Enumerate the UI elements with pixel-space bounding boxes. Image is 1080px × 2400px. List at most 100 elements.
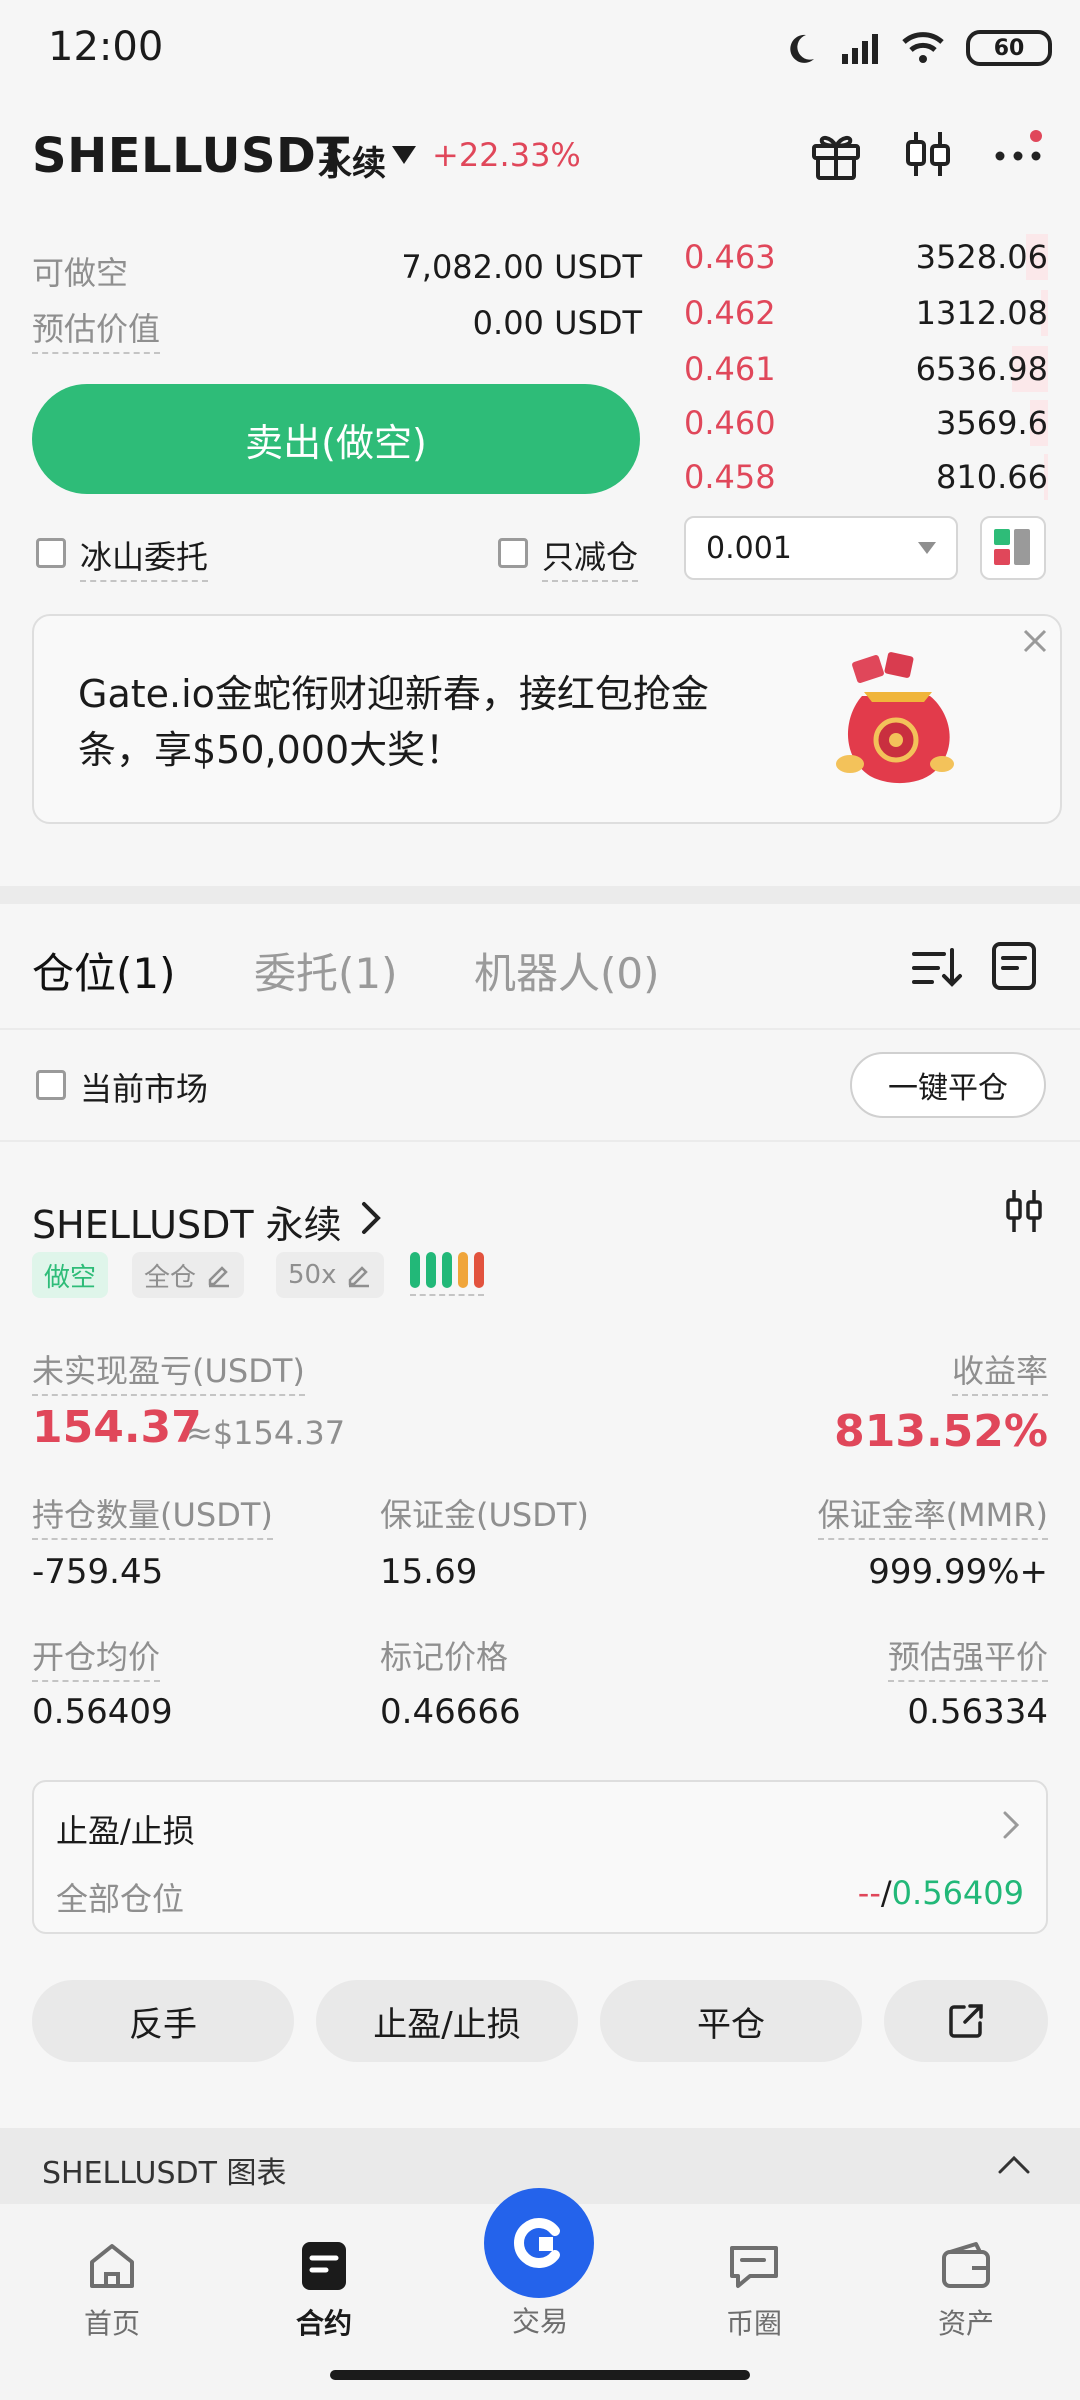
list-divider [0,1140,1080,1142]
tab-orders[interactable]: 委托(1) [254,940,398,1001]
margin-label: 保证金(USDT) [380,1496,589,1534]
home-indicator [330,2370,750,2380]
candlestick-icon[interactable] [898,124,958,184]
nav-trade-label[interactable]: 交易 [470,2300,610,2340]
roe-value: 813.52% [834,1406,1048,1457]
orderbook-row[interactable]: 0.463 3528.06 [684,230,1048,284]
mmr-label[interactable]: 保证金率(MMR) [817,1490,1048,1540]
nav-futures-label: 合约 [295,2307,352,2340]
risk-level-indicator[interactable] [410,1252,484,1296]
short-available-value: 7,082.00 USDT [401,248,642,286]
precision-value: 0.001 [706,530,792,566]
reduce-only-label[interactable]: 只减仓 [542,532,639,582]
nav-futures[interactable]: 合约 [254,2240,394,2342]
entry-price-value: 0.56409 [32,1692,173,1732]
risk-bar [426,1252,436,1288]
status-time: 12:00 [48,24,164,70]
tpsl-panel[interactable]: 止盈/止损 全部仓位 -- / 0.56409 [32,1780,1048,1934]
side-tag: 做空 [32,1252,109,1298]
iceberg-checkbox[interactable] [36,538,66,568]
orderbook-row[interactable]: 0.462 1312.08 [684,286,1048,340]
ask-price: 0.463 [684,238,776,276]
contract-type-label[interactable]: 永续 [318,136,386,185]
reverse-button[interactable]: 反手 [32,1980,294,2062]
iceberg-label[interactable]: 冰山委托 [80,532,209,582]
nav-assets[interactable]: 资产 [896,2240,1036,2342]
liq-price-label[interactable]: 预估强平价 [887,1632,1048,1682]
edit-icon [349,1266,370,1288]
unrealized-pnl-label[interactable]: 未实现盈亏(USDT) [32,1346,305,1396]
est-value-value: 0.00 USDT [472,304,642,342]
tpsl-separator: / [880,1874,892,1912]
trade-fab[interactable] [484,2188,594,2298]
gate-logo-icon [514,2218,560,2268]
nav-community[interactable]: 币圈 [684,2240,824,2342]
risk-bar [458,1252,468,1288]
tpsl-scope: 全部仓位 [56,1880,185,1918]
pair-title[interactable]: SHELLUSDT [32,128,350,184]
futures-icon [302,2242,346,2290]
ask-price: 0.460 [684,404,776,442]
battery-indicator: 60 [966,30,1052,66]
ask-qty: 3569.6 [936,404,1048,442]
position-size-label[interactable]: 持仓数量(USDT) [32,1490,273,1540]
promo-banner[interactable]: Gate.io金蛇衔财迎新春，接红包抢金条，享$50,000大奖！ [32,614,1062,824]
close-position-button[interactable]: 平仓 [600,1980,862,2062]
wallet-icon [942,2242,990,2288]
current-market-checkbox[interactable] [36,1070,66,1100]
nav-home[interactable]: 首页 [42,2240,182,2342]
history-document-icon[interactable] [986,938,1042,994]
orderbook-row[interactable]: 0.458 810.66 [684,450,1048,504]
position-title[interactable]: SHELLUSDT 永续 [32,1194,342,1249]
orderbook-row[interactable]: 0.460 3569.6 [684,396,1048,450]
position-size-value: -759.45 [32,1552,164,1592]
tpsl-values: -- / 0.56409 [858,1874,1024,1912]
promo-text: Gate.io金蛇衔财迎新春，接红包抢金条，享$50,000大奖！ [78,672,709,772]
short-available-label: 可做空 [32,254,129,292]
short-available-row: 可做空 7,082.00 USDT [32,248,642,294]
risk-bar [442,1252,452,1288]
bottom-nav: 首页 合约 交易 币圈 资产 [0,2188,1080,2400]
sort-icon[interactable] [908,940,964,996]
est-value-row: 预估价值 0.00 USDT [32,304,642,354]
share-button[interactable] [884,1980,1048,2062]
ask-qty: 810.66 [936,458,1048,496]
tpsl-button[interactable]: 止盈/止损 [316,1980,578,2062]
signal-icon [842,34,878,64]
chart-bar-label: SHELLUSDT 图表 [42,2156,287,2191]
gift-icon[interactable] [806,124,866,184]
candlestick-icon[interactable] [1002,1186,1046,1236]
side-tag-label: 做空 [44,1262,97,1293]
caret-down-icon[interactable] [392,146,416,164]
roe-label[interactable]: 收益率 [951,1346,1048,1396]
orderbook-layout-toggle[interactable] [980,516,1046,580]
current-market-label[interactable]: 当前市场 [80,1064,208,1110]
nav-community-label: 币圈 [725,2307,782,2340]
margin-mode-tag[interactable]: 全仓 [132,1252,245,1298]
sell-short-button[interactable]: 卖出(做空) [32,384,640,494]
orderbook-row[interactable]: 0.461 6536.98 [684,342,1048,396]
price-change: +22.33% [432,136,581,174]
reduce-only-checkbox[interactable] [498,538,528,568]
est-value-label[interactable]: 预估价值 [32,304,161,354]
tab-positions[interactable]: 仓位(1) [32,940,176,1001]
edit-icon [208,1266,230,1288]
precision-select[interactable]: 0.001 [684,516,958,580]
leverage-label: 50x [288,1260,337,1290]
wifi-icon [902,32,944,63]
margin-mode-label: 全仓 [144,1262,197,1293]
risk-bar [474,1252,484,1288]
chevron-up-icon[interactable] [996,2152,1032,2176]
close-all-button[interactable]: 一键平仓 [850,1052,1046,1118]
chevron-right-icon [1003,1811,1020,1839]
more-icon[interactable] [988,124,1048,184]
mark-price-label: 标记价格 [380,1638,509,1676]
leverage-tag[interactable]: 50x [276,1252,385,1298]
close-icon[interactable] [1020,626,1050,656]
red-envelope-bag-icon [836,652,954,784]
ask-qty: 1312.08 [915,294,1048,332]
chevron-right-icon[interactable] [356,1198,386,1238]
sl-value: 0.56409 [891,1874,1024,1912]
entry-price-label[interactable]: 开仓均价 [32,1632,161,1682]
tab-bots[interactable]: 机器人(0) [474,940,660,1001]
